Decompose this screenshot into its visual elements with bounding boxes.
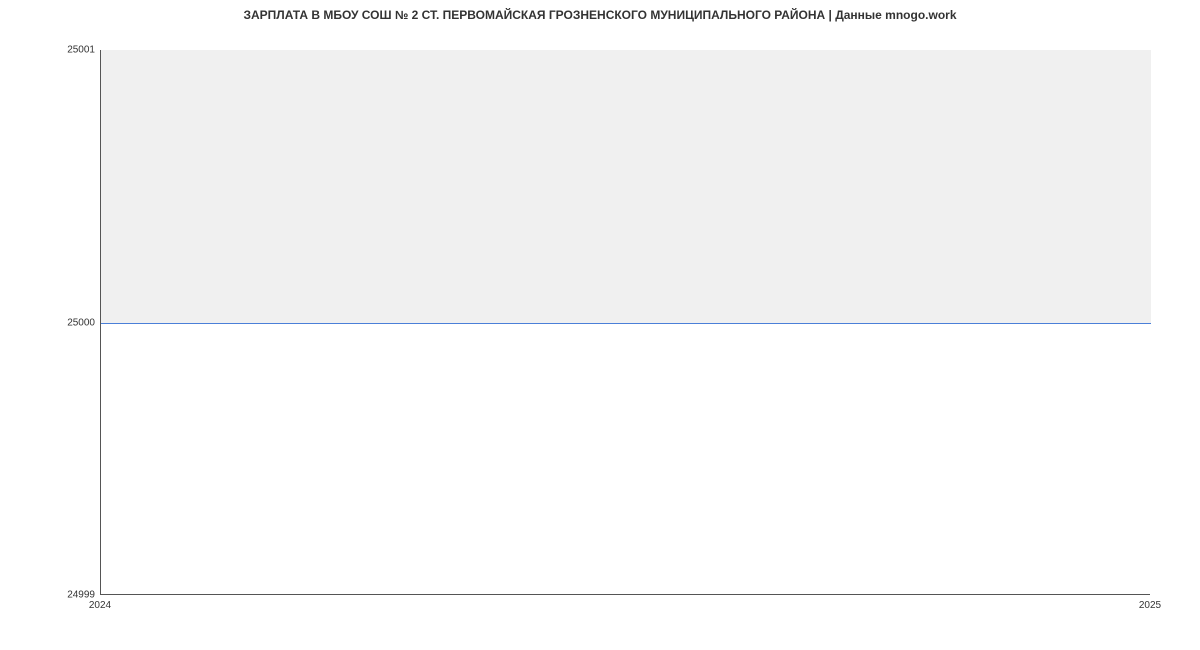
y-tick-label: 24999	[67, 590, 95, 601]
plot-area	[100, 50, 1150, 595]
chart-line-series	[101, 323, 1151, 324]
x-tick-label: 2025	[1139, 600, 1161, 611]
y-tick-label: 25000	[67, 317, 95, 328]
chart-fill-area	[101, 50, 1151, 323]
y-tick-label: 25001	[67, 45, 95, 56]
x-tick-label: 2024	[89, 600, 111, 611]
chart-title: ЗАРПЛАТА В МБОУ СОШ № 2 СТ. ПЕРВОМАЙСКАЯ…	[0, 8, 1200, 22]
